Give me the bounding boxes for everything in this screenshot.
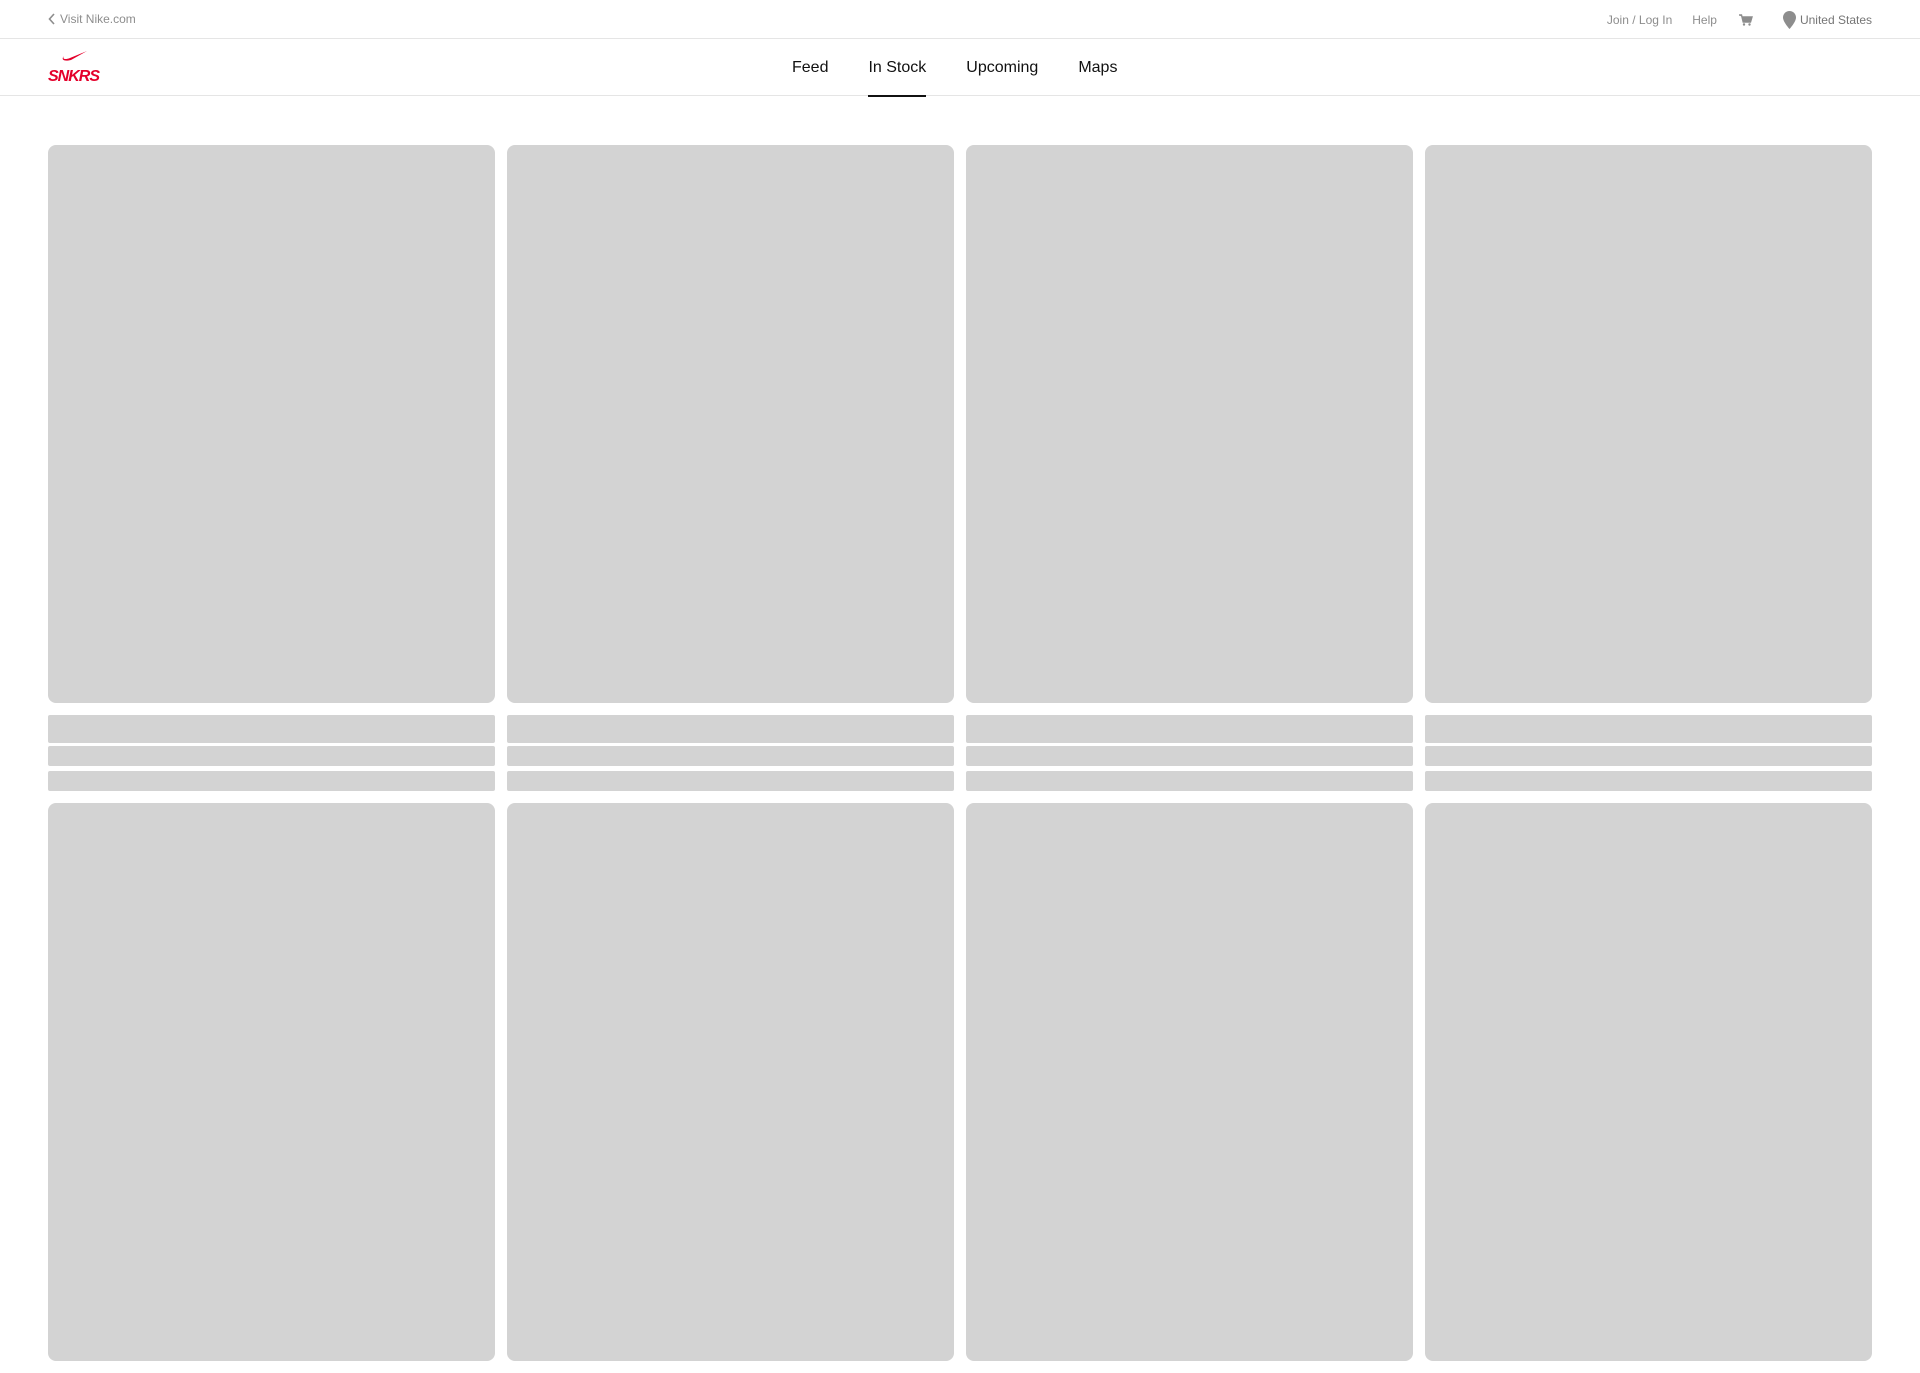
help-link[interactable]: Help bbox=[1692, 13, 1717, 27]
grid-row bbox=[48, 803, 1872, 1361]
utility-links: Join / Log In Help United States bbox=[1607, 0, 1872, 39]
image-placeholder bbox=[1425, 145, 1872, 703]
location-selector[interactable]: United States bbox=[1782, 10, 1872, 29]
price-placeholder bbox=[507, 771, 954, 791]
image-placeholder bbox=[966, 145, 1413, 703]
price-placeholder bbox=[1425, 771, 1872, 791]
location-pin-icon bbox=[1782, 10, 1796, 29]
title-placeholder bbox=[966, 715, 1413, 743]
chevron-left-icon bbox=[48, 13, 55, 25]
image-placeholder bbox=[48, 803, 495, 1361]
product-card-placeholder[interactable] bbox=[507, 145, 954, 791]
nav-tabs: Feed In Stock Upcoming Maps bbox=[792, 39, 1117, 97]
cart-button[interactable] bbox=[1738, 13, 1753, 26]
location-label: United States bbox=[1799, 12, 1872, 27]
snkrs-logo[interactable]: SNKRS bbox=[47, 46, 101, 88]
product-card-placeholder[interactable] bbox=[48, 803, 495, 1361]
grid-row bbox=[48, 145, 1872, 791]
product-grid bbox=[48, 145, 1872, 1373]
subtitle-placeholder bbox=[1425, 746, 1872, 766]
image-placeholder bbox=[48, 145, 495, 703]
price-placeholder bbox=[966, 771, 1413, 791]
tab-upcoming[interactable]: Upcoming bbox=[966, 39, 1038, 96]
image-placeholder bbox=[1425, 803, 1872, 1361]
product-card-placeholder[interactable] bbox=[966, 803, 1413, 1361]
title-placeholder bbox=[1425, 715, 1872, 743]
subtitle-placeholder bbox=[48, 746, 495, 766]
join-login-link[interactable]: Join / Log In bbox=[1607, 13, 1672, 27]
image-placeholder bbox=[507, 145, 954, 703]
cart-icon bbox=[1738, 13, 1753, 26]
product-card-placeholder[interactable] bbox=[1425, 145, 1872, 791]
price-placeholder bbox=[48, 771, 495, 791]
tab-in-stock[interactable]: In Stock bbox=[868, 39, 926, 97]
utility-bar: Visit Nike.com Join / Log In Help United… bbox=[0, 0, 1920, 39]
title-placeholder bbox=[507, 715, 954, 743]
tab-maps[interactable]: Maps bbox=[1078, 39, 1117, 96]
visit-nike-link[interactable]: Visit Nike.com bbox=[48, 12, 136, 26]
svg-text:SNKRS: SNKRS bbox=[48, 68, 100, 85]
tab-feed[interactable]: Feed bbox=[792, 39, 828, 96]
subtitle-placeholder bbox=[507, 746, 954, 766]
product-card-placeholder[interactable] bbox=[966, 145, 1413, 791]
product-card-placeholder[interactable] bbox=[48, 145, 495, 791]
image-placeholder bbox=[507, 803, 954, 1361]
visit-nike-label: Visit Nike.com bbox=[60, 12, 136, 26]
main-nav: SNKRS Feed In Stock Upcoming Maps bbox=[0, 39, 1920, 97]
product-card-placeholder[interactable] bbox=[1425, 803, 1872, 1361]
product-card-placeholder[interactable] bbox=[507, 803, 954, 1361]
subtitle-placeholder bbox=[966, 746, 1413, 766]
image-placeholder bbox=[966, 803, 1413, 1361]
title-placeholder bbox=[48, 715, 495, 743]
